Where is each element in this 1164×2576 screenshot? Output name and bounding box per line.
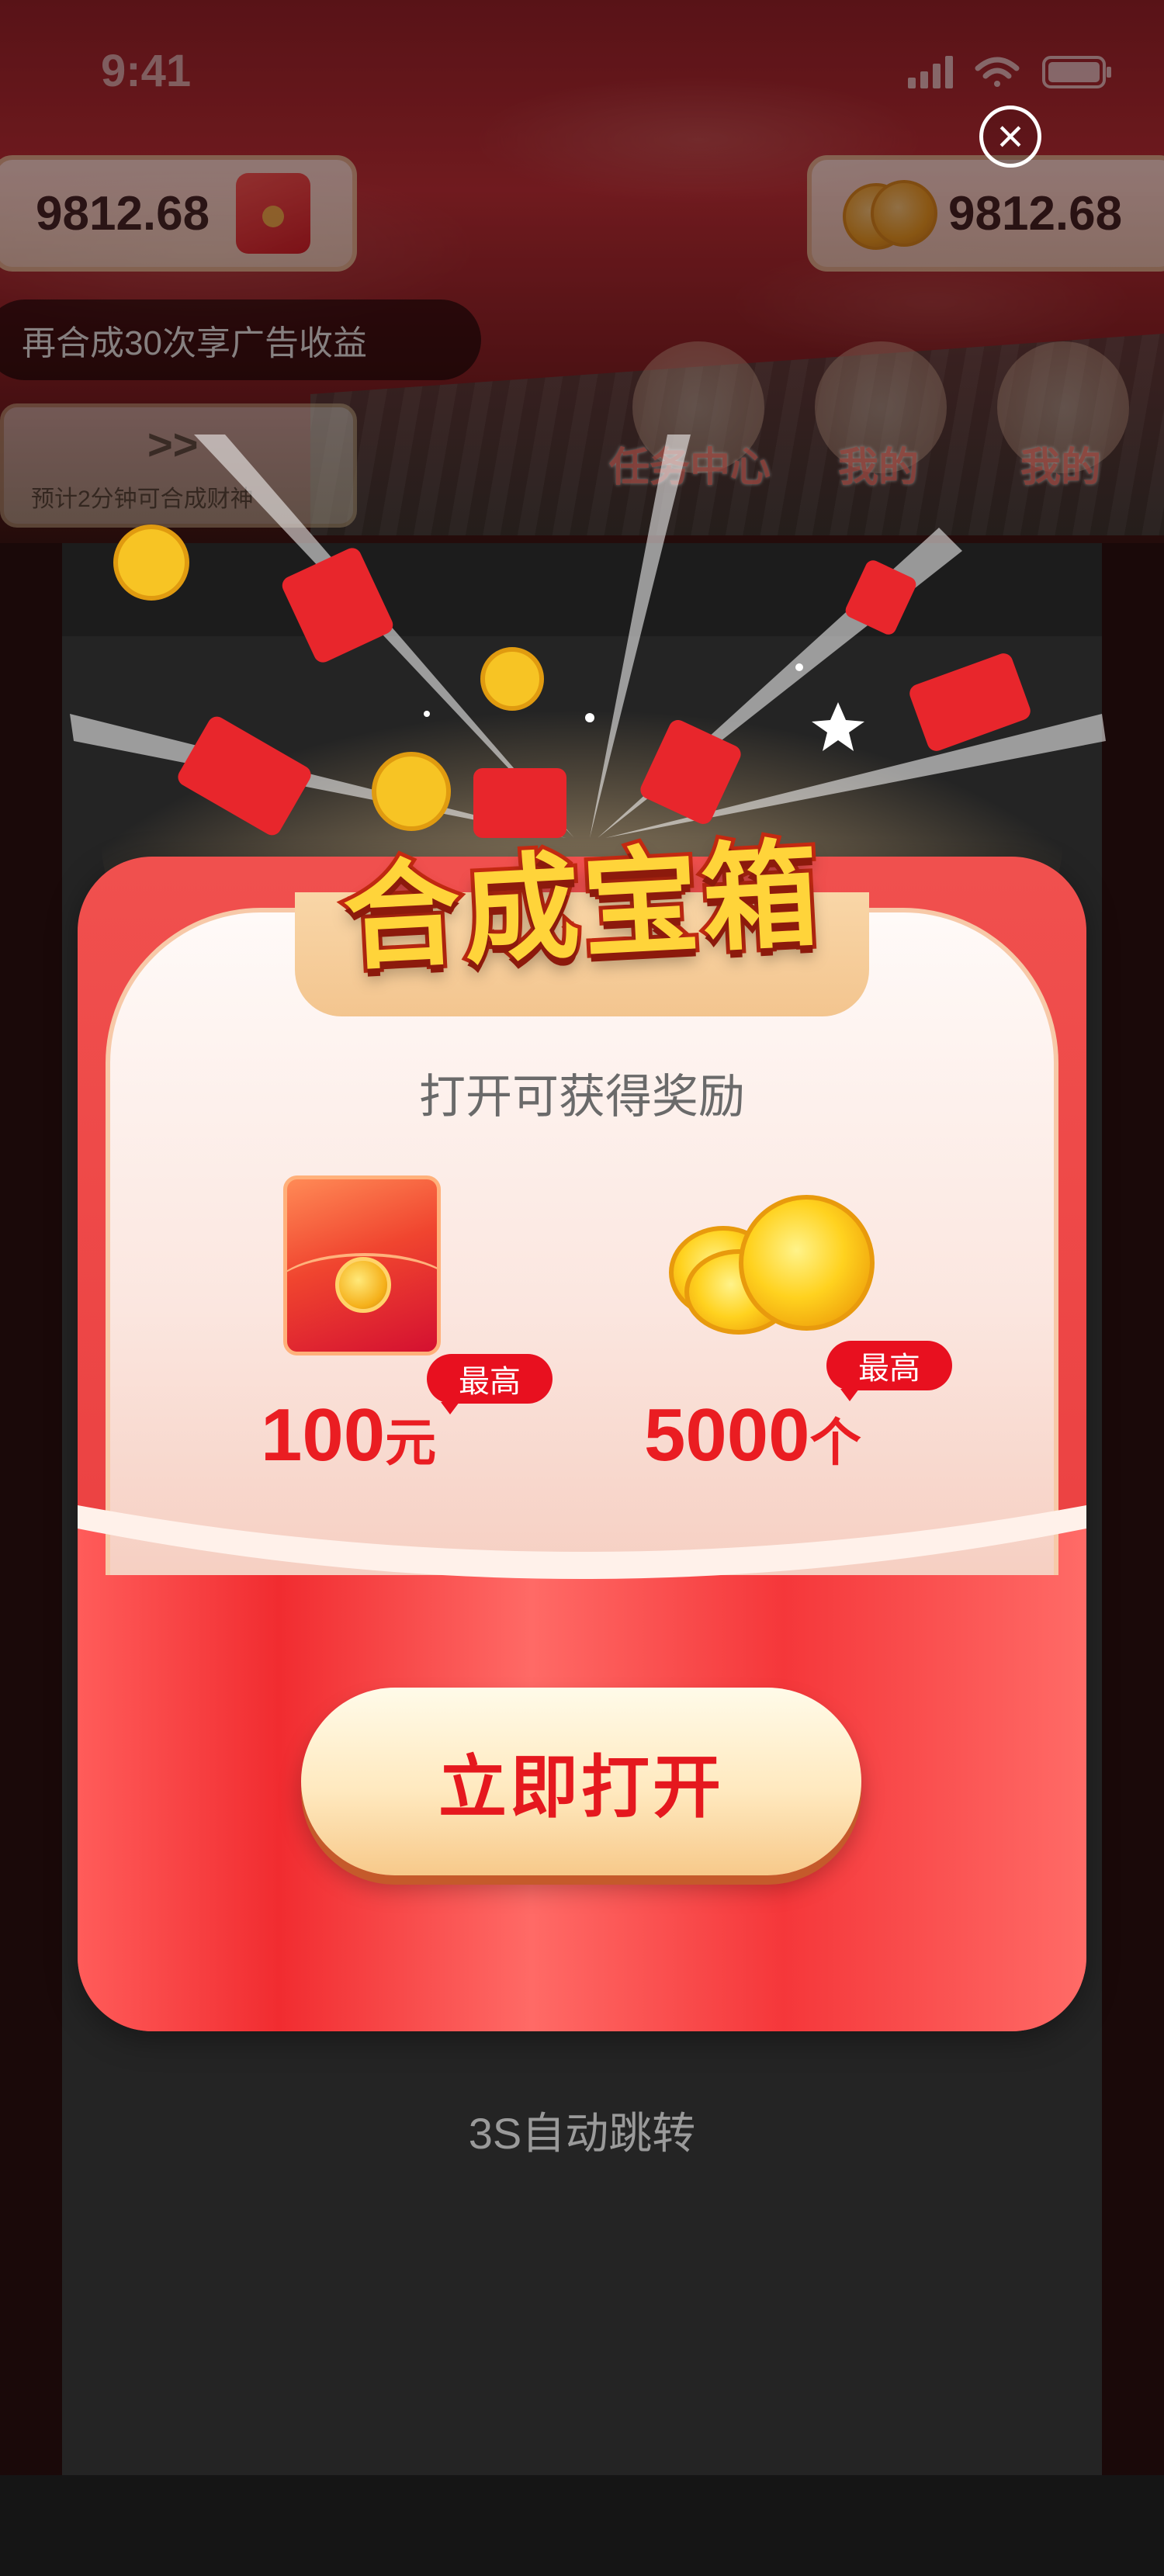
modal-title-text: 合成宝箱 [337,824,829,987]
reward-cash: 100元 [261,1393,436,1478]
open-now-button[interactable]: 立即打开 [301,1688,861,1875]
reward-cash-amount: 100 [261,1394,386,1477]
reward-coins: 5000个 [644,1393,861,1478]
modal-title: 合成宝箱 [299,819,865,987]
modal-subtitle: 打开可获得奖励 [419,1071,745,1123]
reward-cash-unit: 元 [385,1414,437,1471]
open-now-label: 立即打开 [438,1748,724,1826]
modal-wave-divider [78,1505,1086,1579]
close-icon: × [996,110,1024,162]
max-badge: 最高 [826,1341,952,1401]
reward-coins-unit: 个 [809,1414,861,1471]
close-button[interactable]: × [979,106,1041,168]
gold-coins-icon [669,1195,878,1338]
red-packet-icon [283,1175,441,1356]
reward-coins-amount: 5000 [644,1394,810,1477]
max-badge: 最高 [427,1354,553,1414]
auto-jump-countdown: 3S自动跳转 [468,2109,696,2158]
